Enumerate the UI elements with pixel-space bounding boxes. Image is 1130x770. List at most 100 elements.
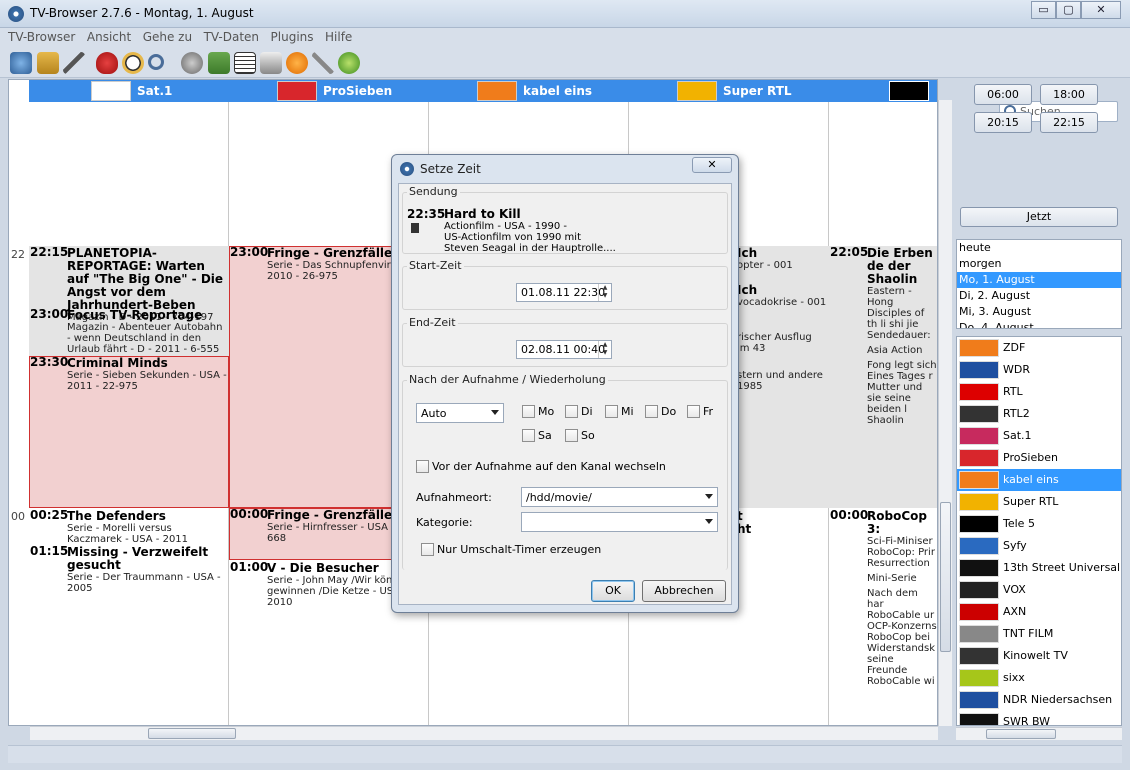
menu-gehe-zu[interactable]: Gehe zu	[143, 28, 192, 44]
cancel-button[interactable]: Abbrechen	[642, 580, 726, 602]
channel-logo-icon	[959, 581, 999, 599]
channel-list-item[interactable]: Kinowelt TV	[957, 645, 1121, 667]
warning-icon[interactable]	[286, 52, 308, 74]
channel-header-tele5[interactable]	[889, 80, 937, 102]
end-time-spinner[interactable]: 02.08.11 00:40 ▲ ▼	[516, 340, 612, 359]
dialog-close-button[interactable]: ✕	[692, 157, 732, 173]
day-item[interactable]: Di, 2. August	[957, 288, 1121, 304]
list-icon[interactable]	[234, 52, 256, 74]
repeat-combo[interactable]: Auto	[416, 403, 504, 423]
channel-header-sat1[interactable]: Sat.1	[91, 80, 281, 102]
minimize-button[interactable]: ▭	[1031, 1, 1056, 19]
search-icon[interactable]	[148, 54, 164, 70]
channel-list-item[interactable]: Sat.1	[957, 425, 1121, 447]
day-item[interactable]: heute	[957, 240, 1121, 256]
clock-icon[interactable]	[122, 52, 144, 74]
sendung-desc3: Steven Seagal in der Hauptrolle....	[444, 243, 616, 254]
grid-vertical-scrollbar[interactable]	[938, 100, 952, 726]
channel-list-item[interactable]: AXN	[957, 601, 1121, 623]
day-checkbox-so[interactable]	[565, 429, 578, 442]
menu-hilfe[interactable]: Hilfe	[325, 28, 352, 44]
print-icon[interactable]	[260, 52, 282, 74]
channel-list-item[interactable]: WDR	[957, 359, 1121, 381]
channel-list-item[interactable]: sixx	[957, 667, 1121, 689]
program-superrtl-a[interactable]: Ich opter - 001	[737, 247, 827, 272]
day-checkbox-fr[interactable]	[687, 405, 700, 418]
globe-update-icon[interactable]	[10, 52, 32, 74]
close-button[interactable]: ✕	[1081, 1, 1121, 19]
channel-header-superrtl[interactable]: Super RTL	[677, 80, 867, 102]
channel-logo-icon	[959, 669, 999, 687]
program-superrtl-d[interactable]: stern und andere 1985	[737, 370, 827, 392]
day-checkbox-mi[interactable]	[605, 405, 618, 418]
channel-list-hscroll-thumb[interactable]	[986, 729, 1056, 739]
channel-name: Kinowelt TV	[1003, 649, 1068, 662]
film-icon[interactable]	[181, 52, 203, 74]
tree-icon[interactable]	[37, 52, 59, 74]
day-item[interactable]: morgen	[957, 256, 1121, 272]
channel-list-item[interactable]: ZDF	[957, 337, 1121, 359]
copy-icon[interactable]	[208, 52, 230, 74]
channel-list-item[interactable]: Super RTL	[957, 491, 1121, 513]
channel-logo-icon	[959, 493, 999, 511]
sendung-label: Sendung	[407, 185, 460, 198]
channel-list-item[interactable]: VOX	[957, 579, 1121, 601]
category-combo[interactable]	[521, 512, 718, 532]
channel-list-hscrollbar[interactable]	[956, 727, 1122, 740]
day-checkbox-sa[interactable]	[522, 429, 535, 442]
switch-channel-checkbox[interactable]	[416, 460, 429, 473]
day-label-sa: Sa	[538, 429, 552, 442]
filter-icon[interactable]	[63, 52, 85, 74]
channel-list-item[interactable]: Syfy	[957, 535, 1121, 557]
day-checkbox-mo[interactable]	[522, 405, 535, 418]
day-checkbox-di[interactable]	[565, 405, 578, 418]
program-superrtl-b[interactable]: Ich vocadokrise - 001	[737, 284, 827, 309]
channel-list-item[interactable]: 13th Street Universal	[957, 557, 1121, 579]
day-item[interactable]: Mi, 3. August	[957, 304, 1121, 320]
switch-only-checkbox[interactable]	[421, 543, 434, 556]
clip-icon[interactable]	[312, 52, 334, 74]
channel-list-item[interactable]: Tele 5	[957, 513, 1121, 535]
program-sat1-2330[interactable]: 23:30 Criminal Minds Serie - Sieben Sekun…	[29, 356, 229, 508]
day-item-selected[interactable]: Mo, 1. August	[957, 272, 1121, 288]
channel-list-item[interactable]: SWR BW	[957, 711, 1121, 726]
maximize-button[interactable]: ▢	[1056, 1, 1081, 19]
spinner-arrows-icon[interactable]: ▲ ▼	[598, 341, 611, 358]
now-button[interactable]: Jetzt	[960, 207, 1118, 227]
channel-logo-icon	[959, 427, 999, 445]
heart-icon[interactable]	[96, 52, 118, 74]
menu-tv-daten[interactable]: TV-Daten	[204, 28, 259, 44]
program-sat1-2300[interactable]: 23:00 Focus TV-Reportage Magazin - Abente…	[30, 308, 228, 355]
channel-header-prosieben[interactable]: ProSieben	[277, 80, 467, 102]
channel-list-item[interactable]: kabel eins	[957, 469, 1121, 491]
program-superrtl-f[interactable]: ht	[737, 523, 827, 536]
channel-header-kabeleins[interactable]: kabel eins	[477, 80, 667, 102]
time-button-0600[interactable]: 06:00	[974, 84, 1032, 105]
channel-list-item[interactable]: TNT FILM	[957, 623, 1121, 645]
location-combo[interactable]: /hdd/movie/	[521, 487, 718, 507]
spinner-arrows-icon[interactable]: ▲ ▼	[598, 284, 611, 301]
time-button-1800[interactable]: 18:00	[1040, 84, 1098, 105]
start-time-spinner[interactable]: 01.08.11 22:30 ▲ ▼	[516, 283, 612, 302]
menu-plugins[interactable]: Plugins	[271, 28, 314, 44]
globe-icon[interactable]	[338, 52, 360, 74]
channel-list-item[interactable]: RTL2	[957, 403, 1121, 425]
time-button-2015[interactable]: 20:15	[974, 112, 1032, 133]
grid-horizontal-scrollbar[interactable]	[30, 726, 938, 740]
end-time-group: End-Zeit 02.08.11 00:40 ▲ ▼	[402, 316, 728, 367]
grid-vscroll-thumb[interactable]	[940, 502, 951, 652]
channel-list-item[interactable]: RTL	[957, 381, 1121, 403]
grid-hscroll-thumb[interactable]	[148, 728, 236, 739]
channel-list-item[interactable]: ProSieben	[957, 447, 1121, 469]
day-checkbox-do[interactable]	[645, 405, 658, 418]
program-superrtl-c[interactable]: rischer Ausflug im 43	[737, 332, 827, 354]
day-item[interactable]: Do, 4. August	[957, 320, 1121, 328]
menu-tvbrowser[interactable]: TV-Browser	[8, 28, 75, 44]
channel-name: SWR BW	[1003, 715, 1051, 726]
channel-name: kabel eins	[1003, 473, 1059, 486]
channel-list-item[interactable]: NDR Niedersachsen	[957, 689, 1121, 711]
ok-button[interactable]: OK	[591, 580, 635, 602]
channel-logo-icon	[959, 361, 999, 379]
time-button-2215[interactable]: 22:15	[1040, 112, 1098, 133]
menu-ansicht[interactable]: Ansicht	[87, 28, 131, 44]
